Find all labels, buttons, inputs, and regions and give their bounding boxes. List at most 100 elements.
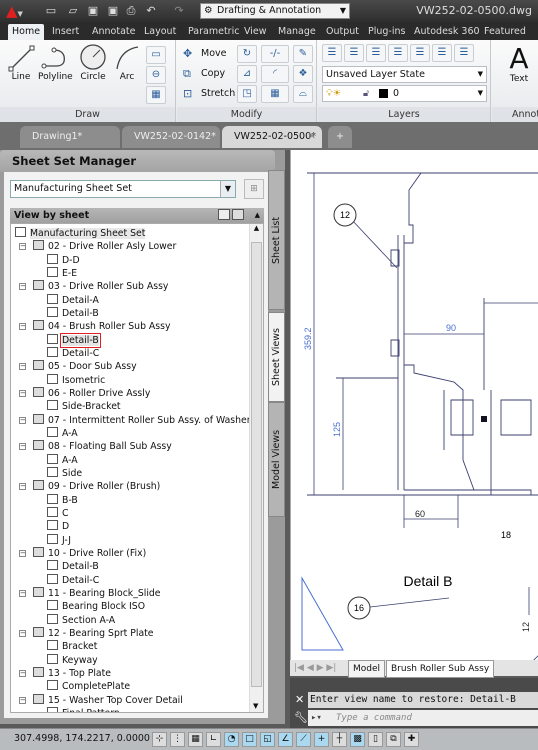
folder-icon[interactable] [218,209,230,220]
tab-view[interactable]: View [240,24,271,40]
drawing-canvas[interactable]: 359.2 90 125 60 12 12 16 Detail B 18 [290,150,538,660]
command-input[interactable]: ▸▾ Type a command [308,710,538,726]
undo-icon[interactable]: ↶ [144,4,158,17]
tree-view[interactable]: Side-Bracket [47,400,121,413]
osnap-icon[interactable]: □ [242,732,257,747]
3d-osnap-icon[interactable]: ◱ [260,732,275,747]
doc-tab-drawing1[interactable]: Drawing1* [20,126,120,148]
tree-view[interactable]: Bracket [47,640,97,653]
tree-view[interactable]: E-E [47,266,77,280]
tab-home[interactable]: Home [8,24,45,40]
tab-model-views[interactable]: Model Views [268,402,285,517]
wrench-icon[interactable]: 🔧︎ [294,711,308,724]
explode-icon[interactable]: ❖ [293,65,313,83]
save-icon[interactable]: ▣ [86,4,100,17]
scroll-down-icon[interactable]: ▼ [253,702,258,710]
infer-constraints-icon[interactable]: ⊹ [152,732,167,747]
close-icon[interactable]: ✕ [295,693,304,706]
layer-icon[interactable]: ☰ [344,44,364,62]
modify-panel-title[interactable]: Modify [177,107,316,122]
collapse-icon[interactable]: − [19,416,26,424]
collapse-icon[interactable]: − [19,363,26,371]
polar-icon[interactable]: ◔ [224,732,239,747]
palette-title[interactable]: Sheet Set Manager [0,150,275,172]
scroll-up-icon[interactable]: ▲ [250,224,263,232]
tree-view[interactable]: Isometric [47,373,105,387]
fillet-icon[interactable]: ◜ [261,65,289,83]
tab-sheet-list[interactable]: Sheet List [268,170,285,310]
dyn-icon[interactable]: + [314,732,329,747]
tree-sheet[interactable]: − 08 - Floating Ball Sub Assy [19,440,172,453]
autocad-logo-button[interactable]: ▲▼ [6,3,34,20]
tree-sheet[interactable]: − 02 - Drive Roller Asly Lower [19,240,176,253]
scale-icon[interactable]: ◳ [237,85,257,103]
transparency-icon[interactable]: ▩ [350,732,365,747]
close-icon[interactable]: ✕ [308,126,316,148]
tree-sheet[interactable]: − 06 - Roller Drive Assly [19,386,150,400]
layer-state-dropdown[interactable]: Unsaved Layer State ▼ [322,66,487,83]
tree-view[interactable]: Side [47,466,82,480]
tree-view[interactable]: A-A [47,453,78,467]
collapse-icon[interactable]: − [19,443,26,451]
tree-view[interactable]: A-A [47,426,78,440]
tree-view[interactable]: Final Pattern [47,706,120,712]
tab-annotate[interactable]: Annotate [88,24,139,40]
tree-sheet[interactable]: − 04 - Brush Roller Sub Assy [19,320,170,333]
layer-unisolate-icon[interactable]: ☰ [432,44,452,62]
tree-scrollbar[interactable]: ▲ ▼ [249,224,263,712]
tree-sheet[interactable]: − 07 - Intermittent Roller Sub Assy. of W… [19,413,251,427]
mirror-icon[interactable]: ⊿ [237,65,257,83]
tab-layout-brush-roller[interactable]: Brush Roller Sub Assy [386,660,495,678]
tab-plug-ins[interactable]: Plug-ins [364,24,409,40]
tree-sheet-set[interactable]: Manufacturing Sheet Set [15,227,146,240]
collapse-icon[interactable]: − [19,696,26,704]
selection-cycling-icon[interactable]: ⧉ [386,732,401,747]
annotation-monitor-icon[interactable]: ✚ [404,732,419,747]
quick-properties-icon[interactable]: ▯ [368,732,383,747]
layer-isolate-icon[interactable]: ☰ [410,44,430,62]
tree-view[interactable]: D [47,520,69,533]
collapse-icon[interactable]: ▲ [255,208,260,223]
ortho-icon[interactable]: ∟ [206,732,221,747]
move-button[interactable]: ✥ Move [183,45,226,63]
redo-icon[interactable]: ↷ [172,4,186,17]
ducs-icon[interactable]: ⟋ [296,732,311,747]
tree-sheet[interactable]: − 09 - Drive Roller (Brush) [19,480,160,493]
tab-insert[interactable]: Insert [48,24,83,40]
ellipse-icon[interactable]: ⊖ [146,66,166,84]
scroll-thumb[interactable] [251,242,262,687]
grid-icon[interactable]: ▦ [188,732,203,747]
sheet-set-dropdown[interactable]: Manufacturing Sheet Set ▼ [10,180,236,198]
tree-view[interactable]: Detail-B [47,332,101,348]
text-button[interactable]: A Text [502,44,536,85]
tree-view[interactable]: Detail-B [47,306,99,320]
snap-icon[interactable]: ⋮ [170,732,185,747]
tree-sheet[interactable]: − 05 - Door Sub Assy [19,360,137,373]
tree-view[interactable]: Detail-B [47,560,99,573]
trim-icon[interactable]: -/- [261,45,289,63]
open-icon[interactable]: ▱ [66,4,80,17]
tree-view[interactable]: CompletePlate [47,680,130,693]
tree-sheet[interactable]: − 13 - Top Plate [19,666,111,680]
polyline-button[interactable]: Polyline [38,42,73,82]
collapse-icon[interactable]: − [19,283,26,291]
model-view-options-button[interactable]: ⊞ [244,179,264,199]
rotate-icon[interactable]: ↻ [237,45,257,63]
tab-sheet-views[interactable]: Sheet Views [268,312,285,402]
collapse-icon[interactable]: − [19,589,26,597]
offset-icon[interactable]: ⌓ [293,85,313,103]
rectangle-icon[interactable]: ▭ [146,46,166,64]
tree-sheet[interactable]: − 15 - Washer Top Cover Detail [19,693,183,707]
lineweight-icon[interactable]: ┼ [332,732,347,747]
tree-view[interactable]: Detail-A [47,293,99,307]
collapse-icon[interactable]: − [19,483,26,491]
tree-view[interactable]: Bearing Block ISO [47,600,145,613]
otrack-icon[interactable]: ∠ [278,732,293,747]
tree-view[interactable]: C [47,506,69,520]
arc-button[interactable]: Arc [110,42,144,82]
line-button[interactable]: Line [4,42,38,82]
layer-previous-icon[interactable]: ☰ [388,44,408,62]
tab-autodesk-360[interactable]: Autodesk 360 [410,24,484,40]
sheet-icon[interactable] [232,209,244,220]
tree-sheet[interactable]: − 11 - Bearing Block_Slide [19,586,161,600]
